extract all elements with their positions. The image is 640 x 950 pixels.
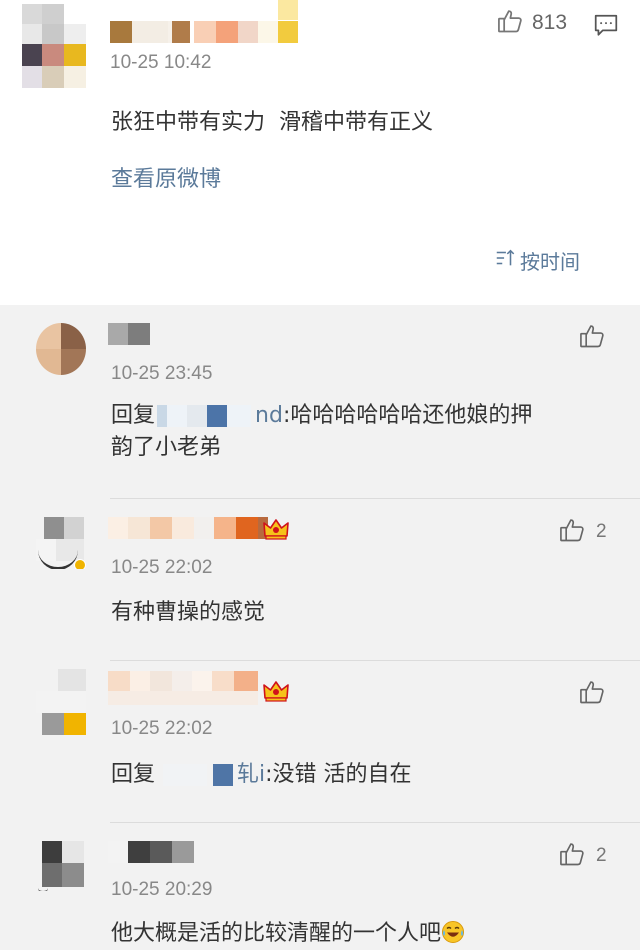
comment-item: 10-25 22:02 2 有种曹操的感觉	[0, 499, 640, 661]
reply-prefix: 回复	[111, 403, 156, 428]
comment-body-line2: 韵了小老弟	[111, 435, 222, 460]
username-blurred[interactable]	[108, 323, 152, 345]
avatar[interactable]	[22, 4, 86, 88]
comment-body: :哈哈哈哈哈哈还他娘的押	[282, 403, 533, 428]
laughing-tears-emoji	[441, 920, 465, 950]
reply-prefix: 回复	[111, 762, 156, 787]
sort-by-time-button[interactable]: 按时间	[494, 246, 580, 274]
like-count: 2	[596, 521, 607, 542]
mention-blurred[interactable]	[155, 764, 237, 786]
avatar[interactable]	[36, 517, 86, 569]
like-count: 2	[596, 845, 607, 866]
mention-tail[interactable]: 轧i	[237, 762, 265, 787]
sort-label: 按时间	[520, 249, 580, 274]
crown-icon	[262, 679, 290, 707]
like-button[interactable]: 2	[558, 841, 607, 871]
thumbs-up-icon	[558, 840, 586, 872]
comment-timestamp: 10-25 23:45	[111, 363, 213, 384]
mention-tail[interactable]: nd	[255, 403, 283, 428]
comment-timestamp: 10-25 20:29	[111, 879, 213, 900]
crown-icon	[262, 517, 290, 545]
like-count: 813	[532, 11, 568, 34]
username-blur-fragment	[108, 691, 258, 705]
mention-blurred[interactable]	[155, 405, 255, 427]
thumbs-up-icon	[578, 678, 606, 710]
comment-text: 他大概是活的比较清醒的一个人吧	[111, 915, 465, 950]
comment-timestamp: 10-25 22:02	[111, 557, 213, 578]
comment-item: 10-25 22:02 回复 轧i:没错 活的自在	[0, 661, 640, 823]
post-timestamp: 10-25 10:42	[110, 52, 212, 73]
thumbs-up-icon	[558, 516, 586, 548]
like-button[interactable]	[578, 679, 616, 709]
username-blurred[interactable]	[108, 517, 268, 539]
thumbs-up-icon	[578, 322, 606, 354]
like-button[interactable]	[578, 323, 616, 353]
avatar[interactable]	[36, 323, 86, 375]
avatar[interactable]	[36, 669, 86, 735]
sort-icon	[494, 247, 516, 273]
comment-icon[interactable]	[593, 12, 619, 42]
avatar[interactable]	[38, 841, 86, 891]
comment-timestamp: 10-25 22:02	[111, 718, 213, 739]
thumbs-up-icon	[496, 7, 524, 39]
username-blurred[interactable]	[108, 671, 258, 693]
comment-body: 他大概是活的比较清醒的一个人吧	[111, 921, 442, 946]
comment-body: :没错 活的自在	[265, 762, 412, 787]
username-blur-fragment	[278, 0, 298, 20]
comment-item: 10-25 23:45 回复 nd:哈哈哈哈哈哈还他娘的押 韵了小老弟	[0, 305, 640, 499]
view-original-link[interactable]: 查看原微博	[111, 161, 221, 193]
username-blurred[interactable]	[108, 841, 194, 863]
username-blurred[interactable]	[110, 21, 300, 43]
comment-item: 10-25 20:29 2 他大概是活的比较清醒的一个人吧	[0, 823, 640, 950]
comment-text: 回复 nd:哈哈哈哈哈哈还他娘的押 韵了小老弟	[111, 400, 532, 464]
comment-text: 回复 轧i:没错 活的自在	[111, 756, 412, 788]
post-content: 张狂中带有实力 滑稽中带有正义	[111, 110, 433, 135]
like-button[interactable]: 2	[558, 517, 607, 547]
like-button[interactable]: 813	[496, 8, 567, 38]
main-post: 10-25 10:42 813 张狂中带有实力 滑稽中带有正义 查看原微博 按时…	[0, 0, 640, 305]
comment-text: 有种曹操的感觉	[111, 600, 266, 625]
